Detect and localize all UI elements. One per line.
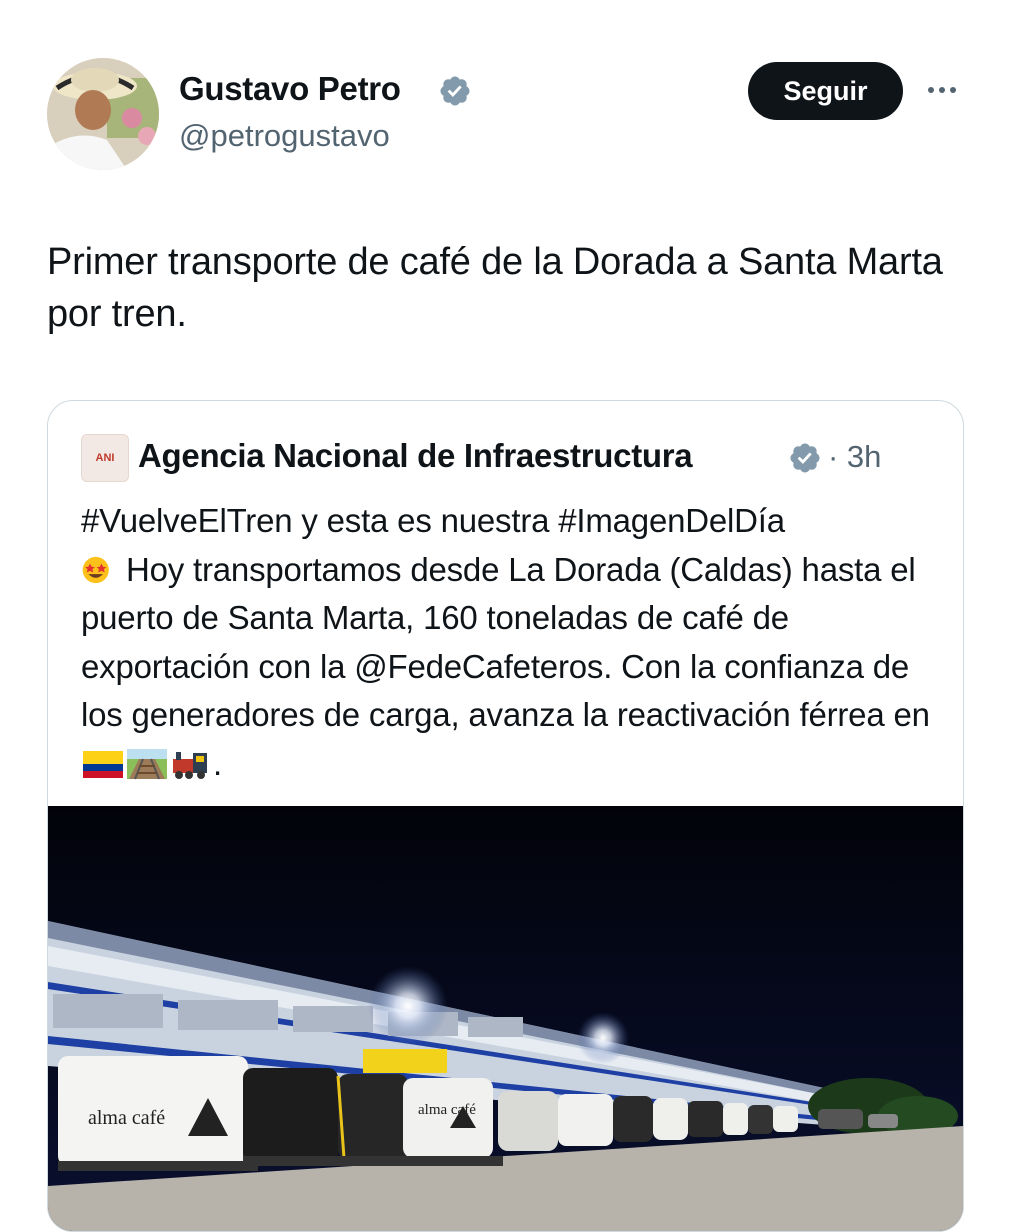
quoted-tweet-photo[interactable]: alma café alma café (48, 806, 963, 1231)
verified-badge-icon (440, 76, 470, 106)
quoted-text-end: . (213, 744, 222, 782)
more-options-icon[interactable] (920, 72, 964, 108)
photo-sign-text: alma café (88, 1107, 165, 1129)
train-warehouse-image: alma café alma café (48, 806, 963, 1231)
colombia-flag-icon (83, 750, 123, 778)
tweet-text: Primer transporte de café de la Dorada a… (47, 241, 943, 335)
quoted-author-avatar[interactable]: ANI (81, 434, 129, 482)
verified-badge-icon (790, 443, 820, 473)
avatar-photo (47, 58, 159, 170)
follow-button[interactable]: Seguir (748, 62, 903, 120)
author-name[interactable]: Gustavo Petro (179, 70, 401, 108)
ani-logo-text: ANI (95, 452, 115, 464)
quoted-text-line1: #VuelveElTren y esta es nuestra #ImagenD… (81, 502, 785, 539)
quoted-text: #VuelveElTren y esta es nuestra #ImagenD… (81, 497, 941, 788)
quoted-tweet-card[interactable]: ANI Agencia Nacional de Infraestructura … (47, 400, 964, 1232)
railway-track-icon (127, 748, 167, 779)
quoted-timestamp[interactable]: · 3h (828, 439, 881, 475)
more-dot (928, 87, 934, 93)
quoted-author-name[interactable]: Agencia Nacional de Infraestructura (138, 437, 693, 475)
star-struck-emoji-icon (82, 556, 109, 583)
more-dot (939, 87, 945, 93)
author-avatar[interactable] (47, 58, 159, 170)
locomotive-icon (173, 751, 207, 779)
author-handle[interactable]: @petrogustavo (179, 118, 390, 154)
quoted-text-body: Hoy transportamos desde La Dorada (Calda… (81, 550, 930, 734)
more-dot (950, 87, 956, 93)
